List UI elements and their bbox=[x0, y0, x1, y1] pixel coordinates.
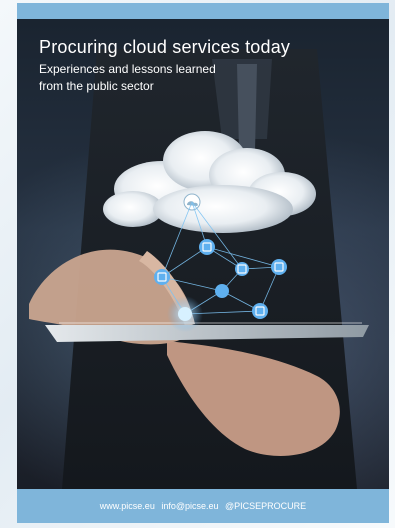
cover-subtitle: Experiences and lessons learned from the… bbox=[39, 61, 299, 95]
website-link[interactable]: www.picse.eu bbox=[100, 501, 155, 511]
cover-title: Procuring cloud services today bbox=[39, 37, 291, 57]
cover-subtitle-line-2: from the public sector bbox=[39, 79, 154, 93]
cover-image: Procuring cloud services today Experienc… bbox=[17, 19, 389, 489]
cover-page: Procuring cloud services today Experienc… bbox=[17, 3, 389, 523]
email-link[interactable]: info@picse.eu bbox=[161, 501, 218, 511]
cover-footer: www.picse.eu info@picse.eu @PICSEPROCURE bbox=[17, 501, 389, 511]
social-handle[interactable]: @PICSEPROCURE bbox=[225, 501, 306, 511]
document-background: Procuring cloud services today Experienc… bbox=[0, 0, 395, 528]
cover-subtitle-line-1: Experiences and lessons learned bbox=[39, 62, 216, 76]
